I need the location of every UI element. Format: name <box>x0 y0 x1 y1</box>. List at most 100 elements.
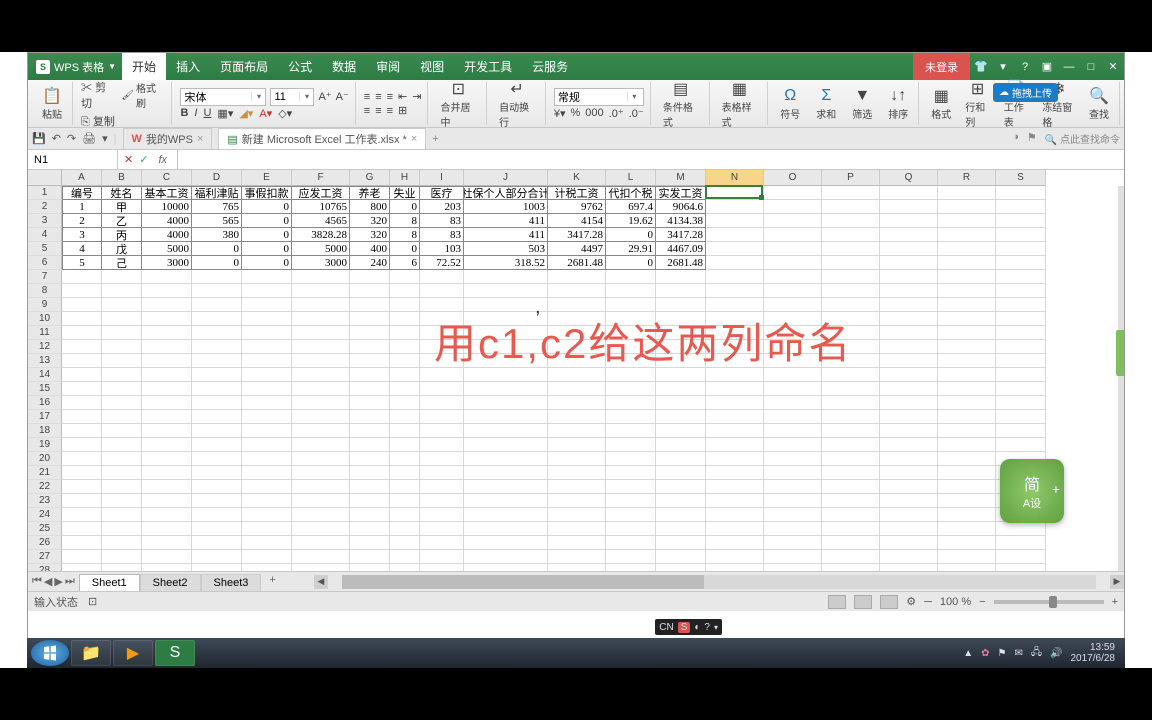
sheet-tab-1[interactable]: Sheet1 <box>79 574 140 591</box>
cell[interactable] <box>390 494 420 508</box>
cell[interactable] <box>192 382 242 396</box>
cell[interactable]: 5000 <box>142 242 192 256</box>
zoom-in-icon[interactable]: + <box>1112 596 1118 608</box>
cell[interactable] <box>996 536 1046 550</box>
cell[interactable] <box>242 536 292 550</box>
row-header-11[interactable]: 11 <box>28 326 62 340</box>
cell[interactable] <box>656 396 706 410</box>
cell[interactable] <box>764 466 822 480</box>
cell[interactable]: 503 <box>464 242 548 256</box>
sheet-last-icon[interactable]: ⏭ <box>65 575 75 588</box>
cell[interactable] <box>242 452 292 466</box>
cell[interactable] <box>656 466 706 480</box>
col-header-G[interactable]: G <box>350 170 390 186</box>
cell[interactable] <box>292 536 350 550</box>
row-header-17[interactable]: 17 <box>28 410 62 424</box>
cell[interactable] <box>548 270 606 284</box>
cell[interactable]: 72.52 <box>420 256 464 270</box>
settings-icon[interactable]: ⚙ <box>906 595 916 608</box>
cell[interactable] <box>350 368 390 382</box>
cell[interactable] <box>706 228 764 242</box>
cell[interactable]: 203 <box>420 200 464 214</box>
formula-accept-icon[interactable]: ✓ <box>139 153 148 166</box>
cell[interactable] <box>706 550 764 564</box>
col-header-C[interactable]: C <box>142 170 192 186</box>
cell[interactable]: 240 <box>350 256 390 270</box>
cell[interactable] <box>822 536 880 550</box>
decrease-font-icon[interactable]: A⁻ <box>336 90 349 103</box>
cell[interactable]: 应发工资 <box>292 186 350 200</box>
cell[interactable]: 0 <box>242 200 292 214</box>
cell[interactable] <box>62 298 102 312</box>
cell[interactable] <box>292 410 350 424</box>
align-left-icon[interactable]: ≡ <box>364 105 370 117</box>
col-header-D[interactable]: D <box>192 170 242 186</box>
row-header-25[interactable]: 25 <box>28 522 62 536</box>
app-dropdown-icon[interactable]: ▼ <box>108 62 116 71</box>
hscroll-right-icon[interactable]: ▶ <box>1110 575 1124 589</box>
cell[interactable]: 565 <box>192 214 242 228</box>
cell[interactable] <box>464 452 548 466</box>
currency-icon[interactable]: ¥▾ <box>554 107 566 120</box>
col-header-F[interactable]: F <box>292 170 350 186</box>
cell[interactable] <box>142 494 192 508</box>
cell[interactable] <box>350 536 390 550</box>
cell[interactable] <box>464 410 548 424</box>
cell[interactable] <box>242 326 292 340</box>
cell[interactable] <box>142 368 192 382</box>
cell[interactable] <box>938 452 996 466</box>
cell[interactable] <box>706 466 764 480</box>
col-header-B[interactable]: B <box>102 170 142 186</box>
cell[interactable] <box>706 536 764 550</box>
cell[interactable] <box>996 354 1046 368</box>
row-header-1[interactable]: 1 <box>28 186 62 200</box>
row-header-4[interactable]: 4 <box>28 228 62 242</box>
cell[interactable] <box>764 284 822 298</box>
cell[interactable] <box>242 480 292 494</box>
formula-cancel-icon[interactable]: ✕ <box>124 153 133 166</box>
cell[interactable] <box>142 410 192 424</box>
cell[interactable] <box>390 480 420 494</box>
cell[interactable]: 320 <box>350 228 390 242</box>
cell[interactable] <box>822 284 880 298</box>
cell[interactable]: 代扣个税 <box>606 186 656 200</box>
cell[interactable] <box>390 466 420 480</box>
cell[interactable] <box>822 466 880 480</box>
cell[interactable] <box>292 424 350 438</box>
row-header-16[interactable]: 16 <box>28 396 62 410</box>
cell[interactable] <box>102 298 142 312</box>
cell[interactable] <box>706 480 764 494</box>
cell[interactable] <box>390 438 420 452</box>
cell[interactable] <box>606 284 656 298</box>
row-header-14[interactable]: 14 <box>28 368 62 382</box>
cell[interactable] <box>192 312 242 326</box>
cell[interactable] <box>822 508 880 522</box>
cell[interactable]: 4565 <box>292 214 350 228</box>
cell[interactable]: 83 <box>420 228 464 242</box>
col-header-E[interactable]: E <box>242 170 292 186</box>
decimal-inc-icon[interactable]: .0⁺ <box>609 107 624 120</box>
cell[interactable] <box>656 382 706 396</box>
cell[interactable] <box>548 564 606 571</box>
cell[interactable]: 1003 <box>464 200 548 214</box>
cell[interactable] <box>390 508 420 522</box>
select-all-button[interactable] <box>28 170 62 186</box>
cell[interactable] <box>102 410 142 424</box>
cell[interactable] <box>192 298 242 312</box>
cell[interactable] <box>996 368 1046 382</box>
cell[interactable] <box>938 368 996 382</box>
row-header-28[interactable]: 28 <box>28 564 62 571</box>
qat-undo-icon[interactable]: ↶ <box>52 132 61 145</box>
cell[interactable] <box>938 480 996 494</box>
cell[interactable] <box>242 284 292 298</box>
cell[interactable] <box>880 410 938 424</box>
clear-format-button[interactable]: ◇▾ <box>278 107 292 120</box>
row-header-5[interactable]: 5 <box>28 242 62 256</box>
cell[interactable] <box>102 326 142 340</box>
cell[interactable] <box>656 550 706 564</box>
taskbar-explorer[interactable]: 📁 <box>71 640 111 666</box>
qat-print-icon[interactable]: 🖨 <box>82 132 96 145</box>
col-header-S[interactable]: S <box>996 170 1046 186</box>
cell[interactable] <box>938 242 996 256</box>
cell[interactable] <box>62 494 102 508</box>
